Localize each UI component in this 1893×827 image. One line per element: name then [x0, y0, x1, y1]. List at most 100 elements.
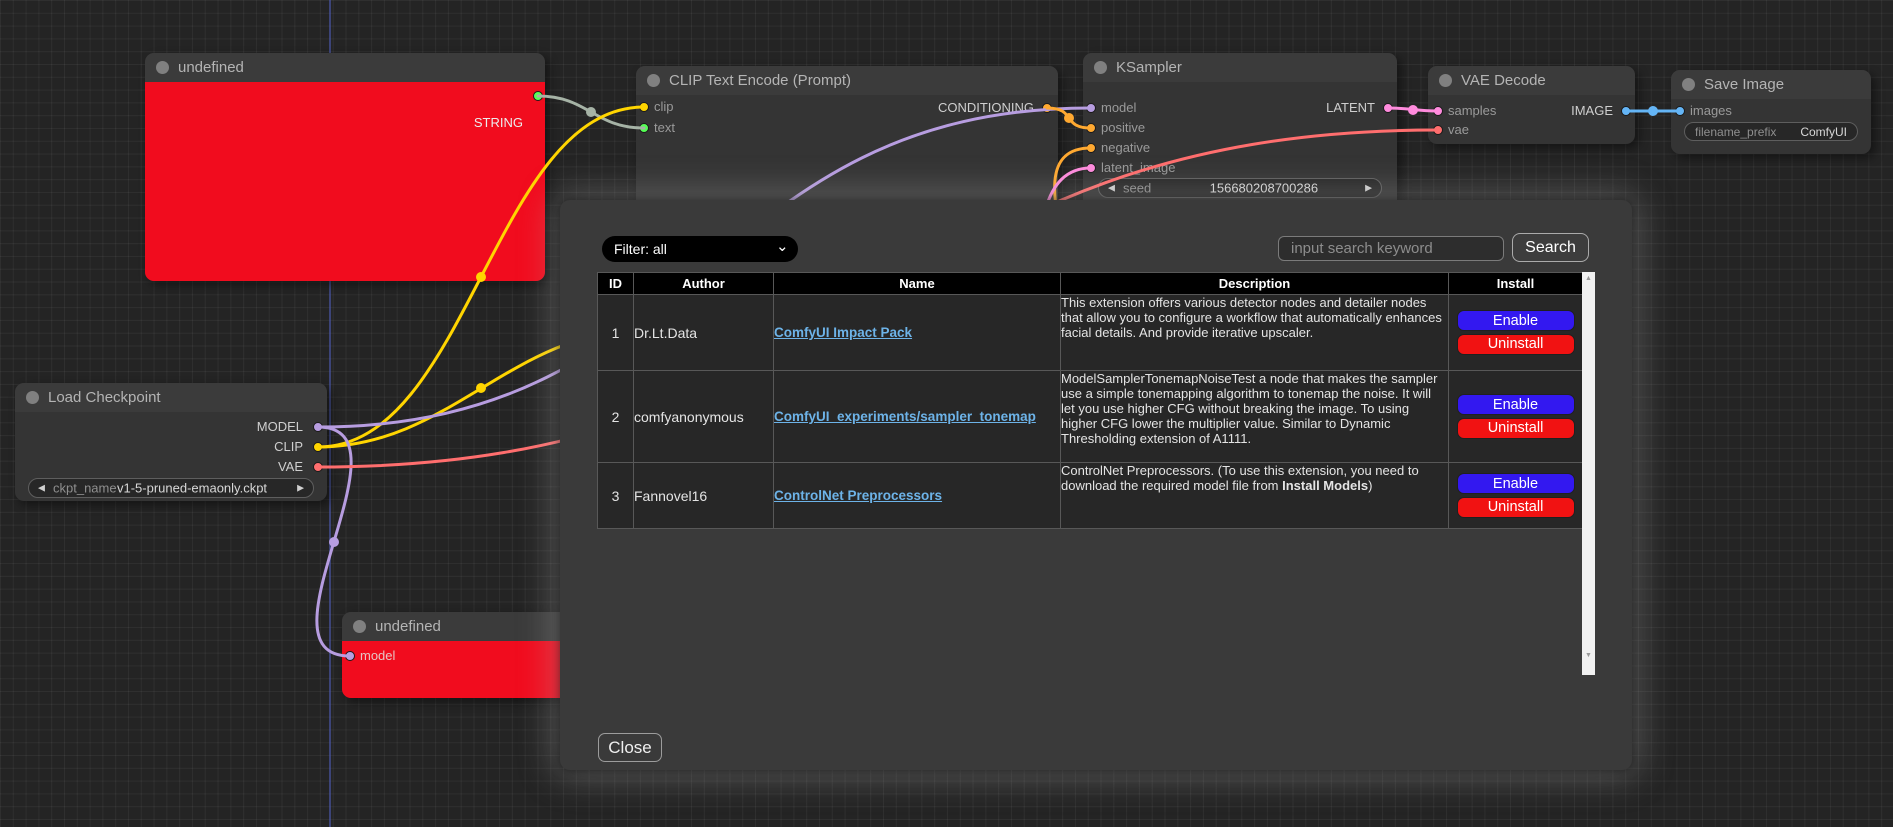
collapse-dot-icon[interactable] — [1094, 61, 1107, 74]
table-header-cell: Description — [1061, 273, 1449, 295]
table-row: 2comfyanonymousComfyUI_experiments/sampl… — [598, 371, 1583, 463]
uninstall-button[interactable]: Uninstall — [1457, 497, 1575, 518]
close-button[interactable]: Close — [598, 733, 662, 762]
stepper-right-icon[interactable]: ▶ — [1365, 183, 1372, 194]
port-latent-output[interactable] — [1383, 103, 1393, 113]
filter-select[interactable]: Filter: all — [602, 236, 798, 262]
link-midpoint-dot — [586, 107, 596, 117]
wire-string-to-text — [538, 96, 644, 128]
port-vae-output[interactable] — [313, 462, 323, 472]
node-clip-text-encode[interactable]: CLIP Text Encode (Prompt) clip text COND… — [636, 66, 1058, 216]
uninstall-button[interactable]: Uninstall — [1457, 418, 1575, 439]
input-label: latent_image — [1101, 160, 1175, 176]
node-load-checkpoint[interactable]: Load Checkpoint MODEL CLIP VAE ◀ ckpt_na… — [15, 383, 327, 501]
input-label: text — [654, 120, 675, 136]
cell-author: comfyanonymous — [634, 371, 774, 463]
node-title: VAE Decode — [1461, 72, 1546, 89]
extension-link[interactable]: ControlNet Preprocessors — [774, 488, 942, 503]
node-title: KSampler — [1116, 59, 1182, 76]
input-label: images — [1690, 103, 1732, 119]
input-label: vae — [1448, 122, 1469, 138]
port-samples-input[interactable] — [1433, 106, 1443, 116]
output-label: LATENT — [1326, 100, 1375, 116]
table-header-cell: Install — [1449, 273, 1583, 295]
node-header: Load Checkpoint — [15, 383, 327, 412]
cell-id: 3 — [598, 463, 634, 529]
node-title: undefined — [375, 618, 441, 635]
node-ksampler[interactable]: KSampler model positive negative latent_… — [1083, 53, 1397, 213]
node-undefined-top[interactable]: undefined STRING — [145, 53, 545, 281]
port-clip-input[interactable] — [639, 102, 649, 112]
output-label: VAE — [278, 459, 303, 475]
cell-description: ModelSamplerTonemapNoiseTest a node that… — [1061, 371, 1449, 463]
collapse-dot-icon[interactable] — [156, 61, 169, 74]
stepper-left-icon[interactable]: ◀ — [38, 483, 45, 494]
search-button[interactable]: Search — [1512, 233, 1589, 262]
table-row: 3Fannovel16ControlNet PreprocessorsContr… — [598, 463, 1583, 529]
node-title: Load Checkpoint — [48, 389, 161, 406]
enable-button[interactable]: Enable — [1457, 310, 1575, 331]
filename-prefix-field[interactable]: filename_prefix ComfyUI — [1684, 122, 1858, 141]
ckpt-name-selector[interactable]: ◀ ckpt_name v1-5-pruned-emaonly.ckpt ▶ — [28, 478, 314, 498]
collapse-dot-icon[interactable] — [1682, 78, 1695, 91]
port-images-input[interactable] — [1675, 106, 1685, 116]
port-image-output[interactable] — [1621, 106, 1631, 116]
enable-button[interactable]: Enable — [1457, 394, 1575, 415]
stepper-left-icon[interactable]: ◀ — [1108, 183, 1115, 194]
port-model-input[interactable] — [345, 651, 355, 661]
port-conditioning-output[interactable] — [1042, 103, 1052, 113]
node-header: VAE Decode — [1428, 66, 1635, 95]
search-input[interactable] — [1278, 236, 1504, 261]
input-label: samples — [1448, 103, 1496, 119]
port-model-output[interactable] — [313, 422, 323, 432]
stepper-right-icon[interactable]: ▶ — [297, 483, 304, 494]
table-header-cell: Name — [774, 273, 1061, 295]
enable-button[interactable]: Enable — [1457, 473, 1575, 494]
input-label: positive — [1101, 120, 1145, 136]
cell-name: ComfyUI Impact Pack — [774, 295, 1061, 371]
cell-name: ComfyUI_experiments/sampler_tonemap — [774, 371, 1061, 463]
node-title: Save Image — [1704, 76, 1784, 93]
link-midpoint-dot — [1408, 105, 1418, 115]
collapse-dot-icon[interactable] — [26, 391, 39, 404]
node-undefined-bottom[interactable]: undefined model — [342, 612, 572, 698]
port-string-output[interactable] — [533, 91, 543, 101]
node-body-error: STRING — [145, 82, 545, 281]
scrollbar-up-icon[interactable]: ▲ — [1582, 275, 1595, 282]
port-positive-input[interactable] — [1086, 123, 1096, 133]
extension-link[interactable]: ComfyUI_experiments/sampler_tonemap — [774, 409, 1036, 424]
cell-id: 2 — [598, 371, 634, 463]
port-text-input[interactable] — [639, 123, 649, 133]
extension-link[interactable]: ComfyUI Impact Pack — [774, 325, 912, 340]
table-header-cell: Author — [634, 273, 774, 295]
link-midpoint-dot — [1064, 113, 1074, 123]
output-label: IMAGE — [1571, 103, 1613, 119]
cell-description: This extension offers various detector n… — [1061, 295, 1449, 371]
node-header: Save Image — [1671, 70, 1871, 99]
widget-label: filename_prefix — [1695, 125, 1776, 139]
port-model-input[interactable] — [1086, 103, 1096, 113]
link-midpoint-dot — [1648, 106, 1658, 116]
cell-id: 1 — [598, 295, 634, 371]
output-label: STRING — [474, 115, 523, 131]
table-header-cell: ID — [598, 273, 634, 295]
uninstall-button[interactable]: Uninstall — [1457, 334, 1575, 355]
port-negative-input[interactable] — [1086, 143, 1096, 153]
comfyui-canvas[interactable]: undefined STRING CLIP Text Encode (Promp… — [0, 0, 1893, 827]
port-latent-image-input[interactable] — [1086, 163, 1096, 173]
node-vae-decode[interactable]: VAE Decode samples vae IMAGE — [1428, 66, 1635, 144]
scrollbar-down-icon[interactable]: ▼ — [1582, 652, 1595, 659]
table-scrollbar[interactable]: ▲ ▼ — [1582, 272, 1595, 675]
input-label: negative — [1101, 140, 1150, 156]
node-title: CLIP Text Encode (Prompt) — [669, 72, 851, 89]
node-save-image[interactable]: Save Image images filename_prefix ComfyU… — [1671, 70, 1871, 154]
collapse-dot-icon[interactable] — [353, 620, 366, 633]
extensions-table: IDAuthorNameDescriptionInstall 1Dr.Lt.Da… — [597, 272, 1583, 529]
widget-value: 156680208700286 — [1210, 181, 1318, 196]
port-vae-input[interactable] — [1433, 125, 1443, 135]
node-title: undefined — [178, 59, 244, 76]
collapse-dot-icon[interactable] — [647, 74, 660, 87]
collapse-dot-icon[interactable] — [1439, 74, 1452, 87]
port-clip-output[interactable] — [313, 442, 323, 452]
seed-stepper[interactable]: ◀ seed 156680208700286 ▶ — [1098, 178, 1382, 198]
